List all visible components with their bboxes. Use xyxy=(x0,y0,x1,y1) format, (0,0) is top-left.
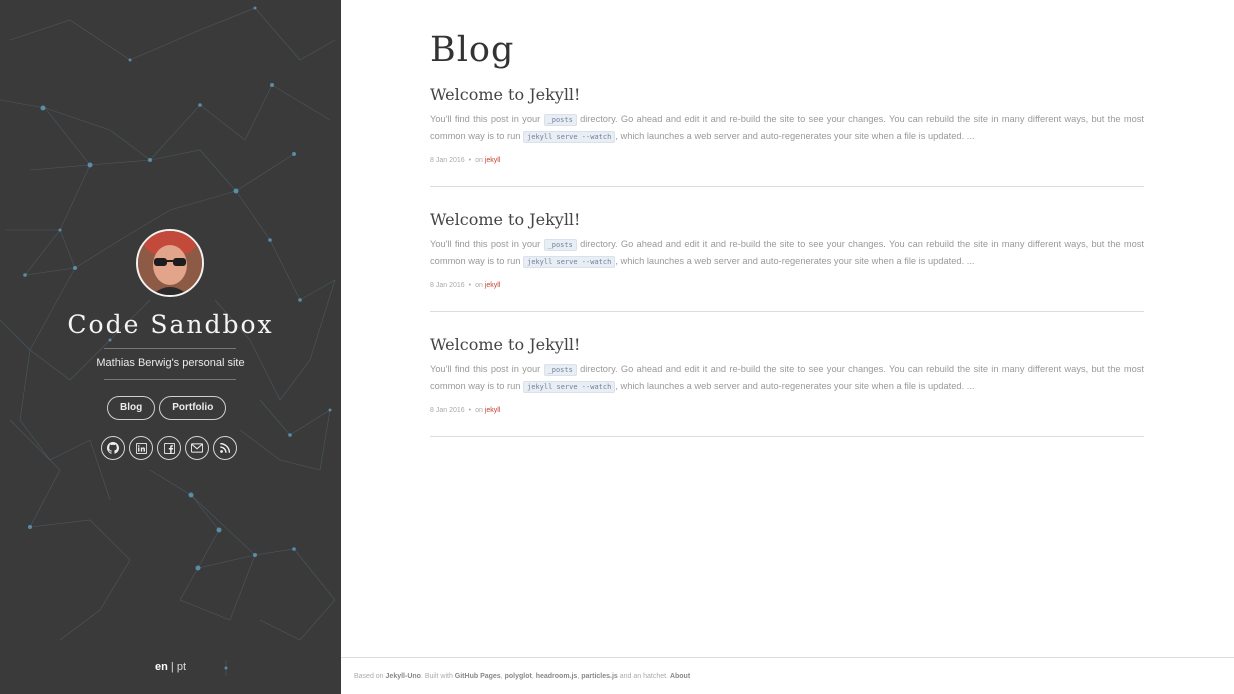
avatar xyxy=(136,229,204,297)
post-divider xyxy=(430,311,1144,312)
footer-text: and an hatchet. xyxy=(617,673,670,680)
post-divider xyxy=(430,436,1144,437)
excerpt-text: , which launches a web server and auto-r… xyxy=(615,381,975,391)
lang-separator: | xyxy=(167,661,177,673)
meta-dot: • xyxy=(468,157,472,164)
code-snippet: jekyll serve --watch xyxy=(523,256,616,268)
avatar-photo xyxy=(138,231,202,295)
excerpt-text: , which launches a web server and auto-r… xyxy=(615,131,975,141)
post-tag-link[interactable]: jekyll xyxy=(485,407,501,414)
footer-text: . Built with xyxy=(420,673,455,680)
post-title-link[interactable]: Welcome to Jekyll! xyxy=(430,335,1144,355)
post-meta: 8 Jan 2016 • on jekyll xyxy=(430,157,1144,164)
site-title[interactable]: Code Sandbox xyxy=(0,310,341,339)
code-snippet: _posts xyxy=(543,239,577,251)
lang-en-link[interactable]: en xyxy=(155,661,168,673)
social-links xyxy=(101,436,237,460)
post-excerpt: You'll find this post in your _posts dir… xyxy=(430,111,1144,145)
email-link[interactable] xyxy=(185,436,209,460)
post-on-label: on xyxy=(475,282,485,289)
post-divider xyxy=(430,186,1144,187)
post-item: Welcome to Jekyll! You'll find this post… xyxy=(430,85,1144,164)
post-tag-link[interactable]: jekyll xyxy=(485,282,501,289)
github-link[interactable] xyxy=(101,436,125,460)
about-link[interactable]: About xyxy=(670,673,690,680)
main-nav: Blog Portfolio xyxy=(107,396,227,420)
rss-icon xyxy=(220,443,230,453)
post-excerpt: You'll find this post in your _posts dir… xyxy=(430,361,1144,395)
code-snippet: jekyll serve --watch xyxy=(523,381,616,393)
github-icon xyxy=(107,442,119,454)
sidebar: Code Sandbox Mathias Berwig's personal s… xyxy=(0,0,341,694)
footer-text: Based on xyxy=(354,673,386,680)
post-meta: 8 Jan 2016 • on jekyll xyxy=(430,282,1144,289)
code-snippet: _posts xyxy=(543,364,577,376)
nav-portfolio-button[interactable]: Portfolio xyxy=(159,396,227,420)
page-title: Blog xyxy=(430,30,515,70)
post-tag-link[interactable]: jekyll xyxy=(485,157,501,164)
facebook-icon xyxy=(163,442,175,454)
excerpt-text: You'll find this post in your xyxy=(430,239,544,249)
post-title-link[interactable]: Welcome to Jekyll! xyxy=(430,85,1144,105)
code-snippet: _posts xyxy=(543,114,577,126)
email-icon xyxy=(191,443,203,453)
particles-link[interactable]: particles.js xyxy=(581,673,618,680)
footer: Based on Jekyll-Uno. Built with GitHub P… xyxy=(341,657,1234,694)
rss-link[interactable] xyxy=(213,436,237,460)
lang-pt-link[interactable]: pt xyxy=(177,661,186,673)
meta-dot: • xyxy=(468,282,472,289)
post-item: Welcome to Jekyll! You'll find this post… xyxy=(430,335,1144,414)
excerpt-text: You'll find this post in your xyxy=(430,114,544,124)
post-excerpt: You'll find this post in your _posts dir… xyxy=(430,236,1144,270)
excerpt-text: , which launches a web server and auto-r… xyxy=(615,256,975,266)
post-date: 8 Jan 2016 xyxy=(430,407,465,414)
jekyll-uno-link[interactable]: Jekyll-Uno xyxy=(386,673,421,680)
post-item: Welcome to Jekyll! You'll find this post… xyxy=(430,210,1144,289)
linkedin-icon xyxy=(135,442,147,454)
linkedin-link[interactable] xyxy=(129,436,153,460)
post-on-label: on xyxy=(475,157,485,164)
polyglot-link[interactable]: polyglot xyxy=(505,673,532,680)
excerpt-text: You'll find this post in your xyxy=(430,364,544,374)
post-date: 8 Jan 2016 xyxy=(430,157,465,164)
meta-dot: • xyxy=(468,407,472,414)
code-snippet: jekyll serve --watch xyxy=(523,131,616,143)
post-meta: 8 Jan 2016 • on jekyll xyxy=(430,407,1144,414)
post-on-label: on xyxy=(475,407,485,414)
language-switcher: en | pt xyxy=(155,661,186,673)
facebook-link[interactable] xyxy=(157,436,181,460)
main-content: Blog Welcome to Jekyll! You'll find this… xyxy=(341,0,1234,694)
post-title-link[interactable]: Welcome to Jekyll! xyxy=(430,210,1144,230)
github-pages-link[interactable]: GitHub Pages xyxy=(455,673,501,680)
headroom-link[interactable]: headroom.js xyxy=(536,673,578,680)
post-date: 8 Jan 2016 xyxy=(430,282,465,289)
tagline-divider xyxy=(104,379,236,380)
nav-blog-button[interactable]: Blog xyxy=(107,396,156,420)
title-divider xyxy=(104,348,236,349)
site-tagline: Mathias Berwig's personal site xyxy=(96,357,245,369)
